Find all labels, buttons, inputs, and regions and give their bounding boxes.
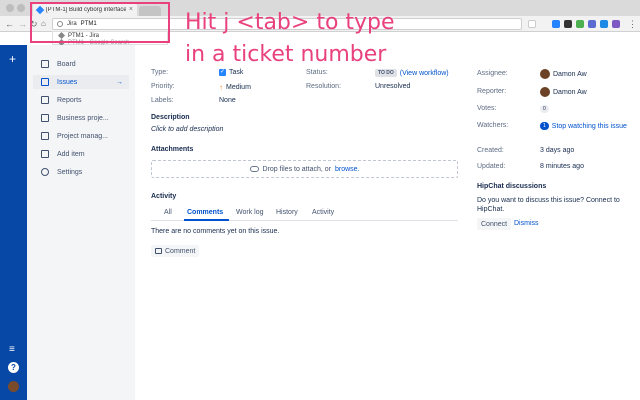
reports-icon <box>41 96 49 104</box>
watchers-label: Watchers: <box>477 122 509 129</box>
votes-count-badge: 0 <box>540 105 549 113</box>
priority-value[interactable]: ↑ Medium <box>219 83 251 92</box>
forward-icon[interactable]: → <box>18 18 27 30</box>
extension-jira-icon[interactable] <box>552 20 560 28</box>
dismiss-link[interactable]: Dismiss <box>514 220 539 227</box>
external-link-icon <box>41 132 49 140</box>
labels-label: Labels: <box>151 97 174 104</box>
attachment-dropzone[interactable]: Drop files to attach, or browse. <box>151 160 458 178</box>
tab-activity[interactable]: Activity <box>312 209 334 216</box>
sidebar-item-project-management[interactable]: Project manag... <box>33 129 129 143</box>
votes-value[interactable]: 0 <box>540 105 549 113</box>
hipchat-text: Do you want to discuss this issue? Conne… <box>477 197 620 213</box>
updated-label: Updated: <box>477 163 506 170</box>
browser-menu-icon[interactable]: ⋮ <box>628 18 637 30</box>
extension-green-icon[interactable] <box>576 20 584 28</box>
external-link-icon <box>41 114 49 122</box>
reporter-label: Reporter: <box>477 88 507 95</box>
overlay-line-2: in a ticket number <box>185 42 387 67</box>
tab-comments[interactable]: Comments <box>187 209 223 216</box>
priority-label: Priority: <box>151 83 175 90</box>
hipchat-heading: HipChat discussions <box>477 183 547 190</box>
labels-value[interactable]: None <box>219 97 236 104</box>
sidebar-item-business-project[interactable]: Business proje... <box>33 111 129 125</box>
extension-info-icon[interactable] <box>600 20 608 28</box>
extension-blue-icon[interactable] <box>588 20 596 28</box>
task-check-icon: ✓ <box>219 69 226 76</box>
active-tab-indicator <box>184 219 229 221</box>
issues-icon <box>41 78 49 86</box>
description-heading: Description <box>151 114 190 121</box>
description-placeholder[interactable]: Click to add description <box>151 126 223 133</box>
created-label: Created: <box>477 147 504 154</box>
assignee-avatar <box>540 69 550 79</box>
connect-button[interactable]: Connect <box>477 218 512 230</box>
status-value: TO DO (View workflow) <box>375 69 449 77</box>
activity-tabs: All Comments Work log History Activity <box>151 207 458 221</box>
help-icon[interactable]: ? <box>8 362 19 373</box>
type-label: Type: <box>151 69 169 76</box>
menu-icon[interactable]: ≡ <box>9 344 15 355</box>
comment-button[interactable]: Comment <box>151 245 200 257</box>
arrow-right-icon: → <box>116 78 123 86</box>
status-badge[interactable]: TO DO <box>375 69 397 77</box>
priority-medium-icon: ↑ <box>219 83 223 92</box>
overlay-line-1: Hit j <tab> to type <box>185 10 395 35</box>
sidebar-item-settings[interactable]: Settings <box>33 165 129 179</box>
cloud-upload-icon <box>249 166 259 172</box>
status-label: Status: <box>306 69 328 76</box>
reporter-avatar <box>540 87 550 97</box>
tab-all[interactable]: All <box>164 209 172 216</box>
resolution-label: Resolution: <box>306 83 342 90</box>
jira-global-nav: + ≡ ? <box>0 45 27 400</box>
stop-watching-link[interactable]: Stop watching this issue <box>552 123 627 130</box>
add-item-icon <box>41 150 49 158</box>
bookmark-star-icon[interactable] <box>528 20 536 28</box>
sidebar-item-add-item[interactable]: Add item <box>33 147 129 161</box>
votes-label: Votes: <box>477 105 497 112</box>
user-avatar[interactable] <box>8 381 19 392</box>
project-sidebar: Board Issues → Reports Business proje...… <box>27 45 135 400</box>
no-comments-text: There are no comments yet on this issue. <box>151 228 280 235</box>
reporter-value[interactable]: Damon Aw <box>540 87 587 97</box>
resolution-value: Unresolved <box>375 83 411 90</box>
assignee-label: Assignee: <box>477 70 508 77</box>
browse-link[interactable]: browse. <box>335 166 360 173</box>
extension-purple-icon[interactable] <box>612 20 620 28</box>
activity-heading: Activity <box>151 193 177 200</box>
created-value: 3 days ago <box>540 147 575 154</box>
window-close-dot[interactable] <box>6 4 14 12</box>
extension-dark-icon[interactable] <box>564 20 572 28</box>
updated-value: 8 minutes ago <box>540 163 584 170</box>
create-plus-icon[interactable]: + <box>9 53 16 65</box>
assignee-value[interactable]: Damon Aw <box>540 69 587 79</box>
type-value[interactable]: ✓ Task <box>219 69 243 76</box>
back-icon[interactable]: ← <box>5 18 14 30</box>
tab-work-log[interactable]: Work log <box>236 209 264 216</box>
watchers-value[interactable]: 1 Stop watching this issue <box>540 122 627 130</box>
watchers-count-badge: 1 <box>540 122 549 130</box>
sidebar-item-reports[interactable]: Reports <box>33 93 129 107</box>
sidebar-item-board[interactable]: Board <box>33 57 129 71</box>
sidebar-item-issues[interactable]: Issues → <box>33 75 129 89</box>
board-icon <box>41 60 49 68</box>
annotation-highlight-box <box>30 2 170 43</box>
gear-icon <box>41 168 49 176</box>
view-workflow-link[interactable]: (View workflow) <box>400 70 449 77</box>
issue-main: Type: ✓ Task Priority: ↑ Medium Labels: … <box>135 45 640 400</box>
tab-history[interactable]: History <box>276 209 298 216</box>
window-minimize-dot[interactable] <box>17 4 25 12</box>
comment-icon <box>155 248 162 254</box>
attachments-heading: Attachments <box>151 146 194 153</box>
